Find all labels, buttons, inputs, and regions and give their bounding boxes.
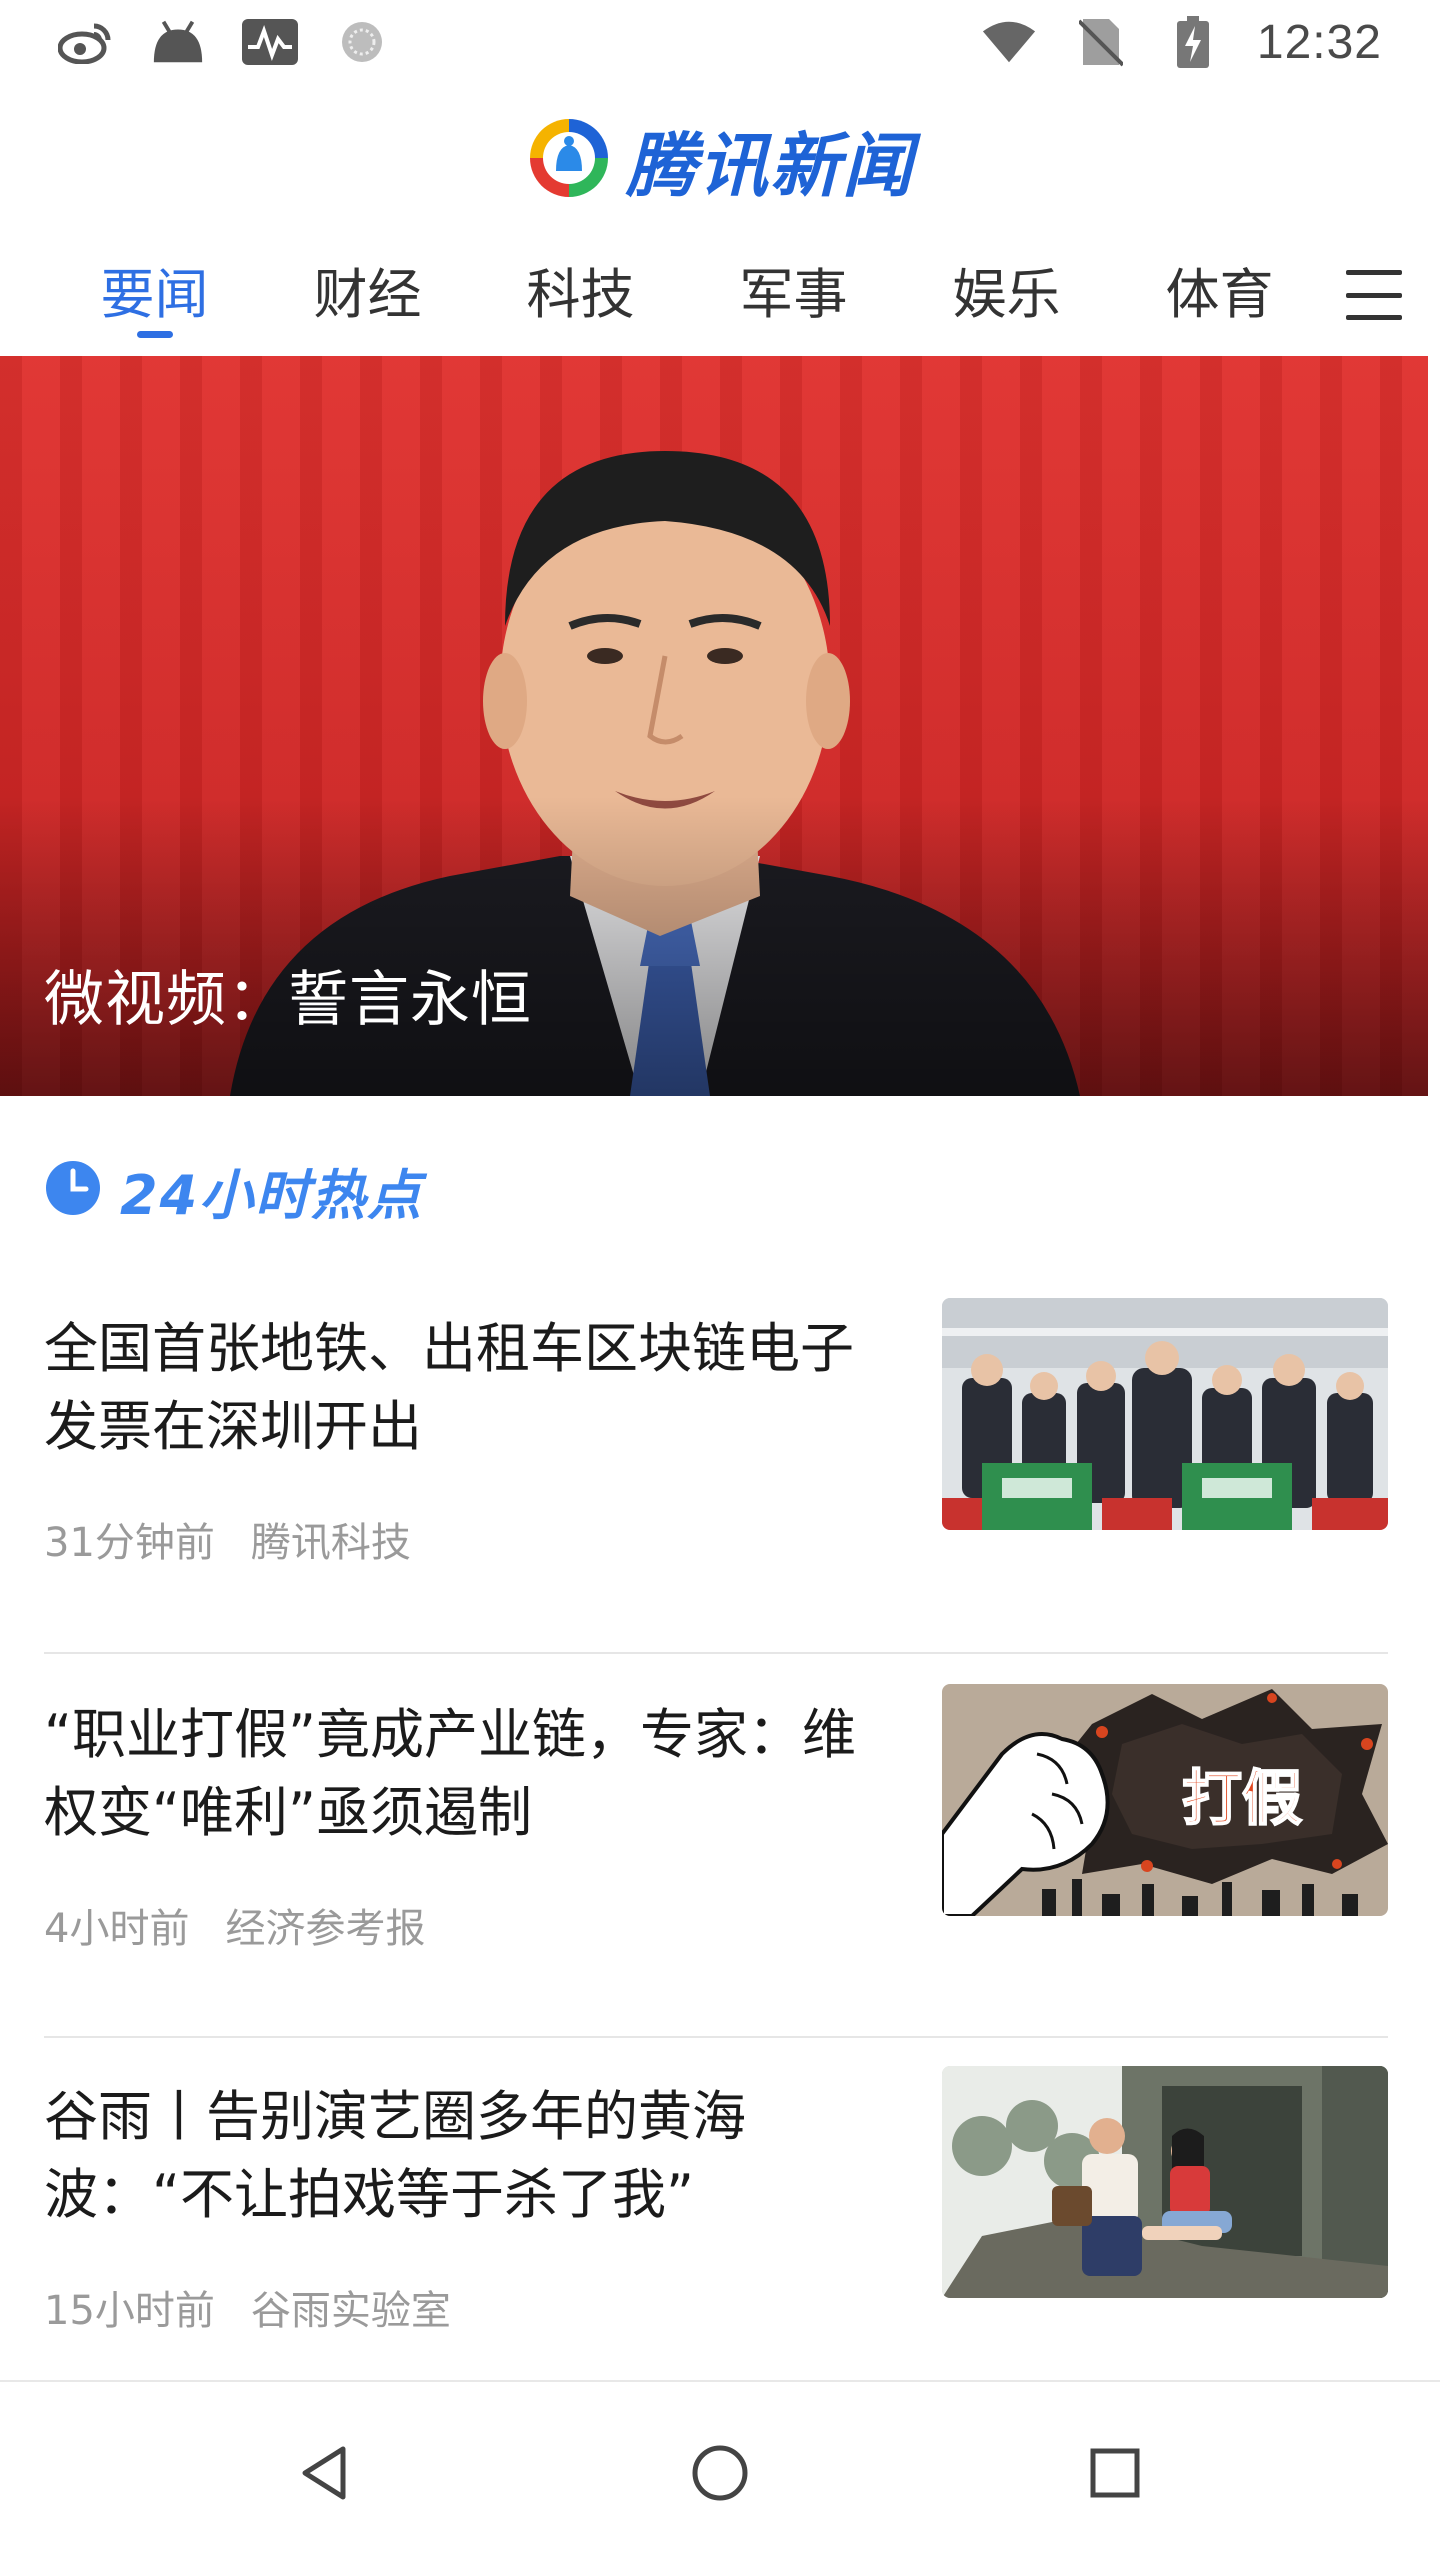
tab-junshi[interactable]: 军事 — [687, 240, 900, 350]
weibo-icon — [58, 18, 114, 66]
tab-label: 体育 — [1165, 263, 1274, 326]
news-meta: 15小时前 谷雨实验室 — [44, 2278, 451, 2336]
news-time: 4小时前 — [44, 1906, 190, 1952]
loading-icon — [334, 18, 390, 66]
list-divider — [44, 1652, 1388, 1654]
news-source: 经济参考报 — [225, 1906, 426, 1952]
home-circle-icon — [692, 2445, 748, 2501]
news-item[interactable]: “职业打假”竟成产业链，专家：维权变“唯利”亟须遏制 4小时前 经济参考报 打假 — [44, 1676, 1388, 2056]
news-title: 全国首张地铁、出租车区块链电子发票在深圳开出 — [44, 1317, 854, 1458]
channel-menu-icon[interactable] — [1346, 270, 1402, 320]
tencent-news-logo-icon — [526, 115, 612, 205]
tab-caijing[interactable]: 财经 — [261, 240, 474, 350]
list-divider — [44, 2036, 1388, 2038]
status-left-icons — [58, 18, 390, 66]
android-icon — [150, 18, 206, 66]
tab-yaowen[interactable]: 要闻 — [48, 240, 261, 350]
logo-text: 腾讯新闻 — [626, 124, 914, 207]
news-source: 腾讯科技 — [250, 1520, 411, 1566]
tab-label: 财经 — [313, 263, 422, 326]
news-time: 15小时前 — [44, 2288, 215, 2334]
status-time: 12:32 — [1256, 15, 1382, 69]
tab-tiyu[interactable]: 体育 — [1113, 240, 1326, 350]
news-source: 谷雨实验室 — [250, 2288, 451, 2334]
no-sim-icon — [1073, 18, 1129, 67]
wifi-icon — [981, 18, 1037, 66]
section-title: 24小时热点 — [120, 1163, 424, 1227]
tab-label: 科技 — [526, 263, 635, 326]
hero-caption: 微视频：誓言永恒 — [44, 965, 532, 1035]
status-bar: 12:32 — [0, 0, 1440, 84]
thumb-text: 打假 — [1182, 1764, 1302, 1834]
news-title: 谷雨丨告别演艺圈多年的黄海波：“不让拍戏等于杀了我” — [44, 2085, 746, 2226]
tab-yule[interactable]: 娱乐 — [900, 240, 1113, 350]
back-triangle-icon — [302, 2446, 346, 2500]
back-button[interactable] — [290, 2438, 360, 2508]
activity-monitor-icon — [242, 18, 298, 66]
recents-square-icon — [1090, 2448, 1140, 2498]
news-thumbnail: 打假 — [942, 1684, 1388, 1916]
tab-label: 军事 — [739, 263, 848, 326]
system-nav-bar — [0, 2380, 1440, 2560]
home-button[interactable] — [685, 2438, 755, 2508]
news-meta: 4小时前 经济参考报 — [44, 1896, 425, 1954]
status-right-icons: 12:32 — [981, 15, 1382, 70]
recents-button[interactable] — [1080, 2438, 1150, 2508]
tab-label: 娱乐 — [952, 263, 1061, 326]
tab-keji[interactable]: 科技 — [474, 240, 687, 350]
news-app-screen: 12:32 腾讯新闻 要闻 财经 科技 军事 娱乐 体育 微视频：誓言永恒 24… — [0, 0, 1440, 2560]
news-meta: 31分钟前 腾讯科技 — [44, 1510, 411, 1568]
section-header-24h: 24小时热点 — [44, 1150, 423, 1230]
news-time: 31分钟前 — [44, 1520, 215, 1566]
clock-icon — [44, 1159, 102, 1221]
active-tab-indicator — [136, 331, 173, 338]
news-thumbnail — [942, 1298, 1388, 1530]
news-item[interactable]: 全国首张地铁、出租车区块链电子发票在深圳开出 31分钟前 腾讯科技 — [44, 1290, 1388, 1670]
hero-banner[interactable]: 微视频：誓言永恒 — [0, 356, 1428, 1096]
channel-tabs: 要闻 财经 科技 军事 娱乐 体育 — [0, 240, 1440, 350]
battery-charging-icon — [1165, 16, 1221, 68]
news-title: “职业打假”竟成产业链，专家：维权变“唯利”亟须遏制 — [44, 1703, 856, 1844]
app-header: 腾讯新闻 — [0, 100, 1440, 220]
hero-gradient — [0, 796, 1428, 1096]
news-thumbnail — [942, 2066, 1388, 2298]
tab-label: 要闻 — [100, 263, 209, 326]
